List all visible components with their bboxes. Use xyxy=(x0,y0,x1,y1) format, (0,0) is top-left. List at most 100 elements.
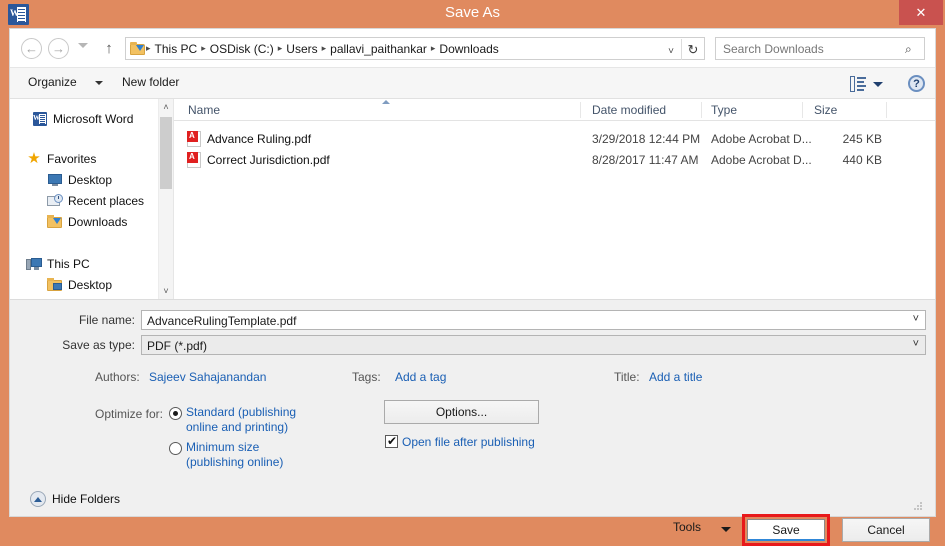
breadcrumb-dropdown-icon[interactable]: ˅ xyxy=(664,46,678,57)
back-button[interactable]: ← xyxy=(21,38,42,59)
breadcrumb-item-downloads[interactable]: Downloads xyxy=(436,42,501,56)
downloads-folder-icon xyxy=(47,214,63,230)
file-name: Advance Ruling.pdf xyxy=(207,132,312,146)
radio-standard-line2: online and printing) xyxy=(186,420,289,434)
cancel-button[interactable]: Cancel xyxy=(842,518,930,542)
desktop-icon xyxy=(47,172,63,188)
new-folder-button[interactable]: New folder xyxy=(122,75,179,89)
add-title-link[interactable]: Add a title xyxy=(649,370,702,384)
recent-locations-icon[interactable] xyxy=(78,43,88,48)
save-as-type-label: Save as type: xyxy=(62,338,135,352)
breadcrumb[interactable]: ▸ This PC ▸ OSDisk (C:) ▸ Users ▸ pallav… xyxy=(125,37,705,60)
sort-ascending-icon xyxy=(382,100,390,104)
column-header-name[interactable]: Name xyxy=(188,103,220,117)
sidebar-item-label: Favorites xyxy=(47,152,97,166)
file-date-modified: 8/28/2017 11:47 AM xyxy=(592,153,699,167)
star-icon: ★ xyxy=(27,150,41,167)
organize-button[interactable]: Organize xyxy=(28,75,77,89)
sidebar-item-label: Downloads xyxy=(68,215,128,229)
chevron-down-icon[interactable] xyxy=(721,527,731,532)
scrollbar-thumb[interactable] xyxy=(160,117,172,189)
save-as-type-select[interactable]: PDF (*.pdf) ˅ xyxy=(141,335,926,355)
recent-places-icon xyxy=(47,193,63,209)
navigation-pane-scrollbar[interactable]: ˄ ˅ xyxy=(158,99,173,299)
file-list: Name Date modified Type Size A Advance R… xyxy=(174,99,935,299)
file-type: Adobe Acrobat D... xyxy=(711,132,812,146)
radio-minimum-line2: (publishing online) xyxy=(186,455,284,469)
open-after-publishing-label[interactable]: Open file after publishing xyxy=(402,435,535,449)
sidebar-item-label: Recent places xyxy=(68,194,145,208)
breadcrumb-item-user[interactable]: pallavi_paithankar xyxy=(327,42,430,56)
breadcrumb-item-this-pc[interactable]: This PC xyxy=(152,42,201,56)
breadcrumb-item-osdisk[interactable]: OSDisk (C:) xyxy=(207,42,277,56)
view-dropdown-icon[interactable] xyxy=(873,82,883,87)
view-list-icon[interactable] xyxy=(850,76,866,92)
dialog-footer: Hide Folders xyxy=(10,486,935,516)
chevron-down-icon[interactable]: ˅ xyxy=(913,338,919,350)
downloads-folder-icon xyxy=(130,42,145,55)
column-separator[interactable] xyxy=(802,102,803,118)
title-label: Title: xyxy=(614,370,640,384)
tags-label: Tags: xyxy=(352,370,381,384)
column-separator[interactable] xyxy=(886,102,887,118)
scroll-up-icon[interactable]: ˄ xyxy=(159,99,173,115)
address-bar-row: ← → ↑ ▸ This PC ▸ OSDisk (C:) ▸ Users ▸ … xyxy=(10,29,935,67)
open-after-publishing-checkbox[interactable] xyxy=(385,434,398,448)
title-bar: W Save As ✕ xyxy=(0,0,945,28)
save-options-pane: File name: AdvanceRulingTemplate.pdf ˅ S… xyxy=(10,299,935,516)
forward-button[interactable]: → xyxy=(48,38,69,59)
breadcrumb-divider xyxy=(681,39,682,60)
save-button[interactable]: Save xyxy=(747,519,825,541)
tools-button[interactable]: Tools xyxy=(673,520,701,534)
authors-value[interactable]: Sajeev Sahajanandan xyxy=(149,370,266,384)
options-button[interactable]: Options... xyxy=(384,400,539,424)
file-date-modified: 3/29/2018 12:44 PM xyxy=(592,132,701,146)
column-separator[interactable] xyxy=(580,102,581,118)
authors-label: Authors: xyxy=(95,370,140,384)
help-icon[interactable]: ? xyxy=(908,75,925,92)
file-name: Correct Jurisdiction.pdf xyxy=(207,153,330,167)
save-as-type-value: PDF (*.pdf) xyxy=(147,339,208,353)
table-row[interactable]: A Correct Jurisdiction.pdf 8/28/2017 11:… xyxy=(174,150,935,171)
radio-standard-line1: Standard (publishing xyxy=(186,405,297,419)
radio-standard-label[interactable]: Standard (publishing online and printing… xyxy=(186,405,366,435)
file-name-value: AdvanceRulingTemplate.pdf xyxy=(147,314,297,328)
pdf-file-icon: A xyxy=(187,131,201,147)
add-tag-link[interactable]: Add a tag xyxy=(395,370,446,384)
radio-standard[interactable] xyxy=(169,407,182,420)
scroll-down-icon[interactable]: ˅ xyxy=(159,283,173,299)
sidebar-item-label: Desktop xyxy=(68,278,113,292)
sidebar-item-this-pc[interactable]: This PC xyxy=(26,254,90,274)
file-size: 245 KB xyxy=(842,132,882,146)
search-icon: ⌕ xyxy=(905,42,912,56)
up-button[interactable]: ↑ xyxy=(100,39,118,58)
chevron-down-icon[interactable]: ˅ xyxy=(913,313,919,325)
navigation-pane: W Microsoft Word ★ Favorites Desktop Rec… xyxy=(10,99,158,299)
search-input[interactable]: Search Downloads ⌕ xyxy=(715,37,925,60)
sidebar-item-label: Desktop xyxy=(68,173,113,187)
sidebar-item-desktop-folder[interactable]: Desktop xyxy=(47,275,112,295)
sidebar-item-microsoft-word[interactable]: W Microsoft Word xyxy=(32,109,133,129)
column-separator[interactable] xyxy=(701,102,702,118)
column-header-row: Name Date modified Type Size xyxy=(174,99,935,121)
refresh-icon[interactable]: ↻ xyxy=(685,42,701,58)
resize-grip[interactable] xyxy=(913,501,923,511)
radio-minimum-line1: Minimum size xyxy=(186,440,260,454)
column-header-size[interactable]: Size xyxy=(814,103,837,117)
file-name-input[interactable]: AdvanceRulingTemplate.pdf ˅ xyxy=(141,310,926,330)
hide-folders-button[interactable]: Hide Folders xyxy=(30,491,120,507)
column-header-date-modified[interactable]: Date modified xyxy=(592,103,666,117)
sidebar-item-desktop[interactable]: Desktop xyxy=(47,170,112,190)
close-button[interactable]: ✕ xyxy=(899,0,943,25)
chevron-down-icon[interactable] xyxy=(95,81,103,85)
sidebar-item-favorites[interactable]: ★ Favorites xyxy=(26,149,96,169)
table-row[interactable]: A Advance Ruling.pdf 3/29/2018 12:44 PM … xyxy=(174,129,935,150)
sidebar-item-label: This PC xyxy=(47,257,90,271)
breadcrumb-item-users[interactable]: Users xyxy=(283,42,320,56)
sidebar-item-downloads[interactable]: Downloads xyxy=(47,212,127,232)
command-toolbar: Organize New folder ? xyxy=(10,67,935,99)
radio-minimum-size-label[interactable]: Minimum size (publishing online) xyxy=(186,440,366,470)
sidebar-item-recent-places[interactable]: Recent places xyxy=(47,191,144,211)
radio-minimum-size[interactable] xyxy=(169,442,182,455)
column-header-type[interactable]: Type xyxy=(711,103,737,117)
